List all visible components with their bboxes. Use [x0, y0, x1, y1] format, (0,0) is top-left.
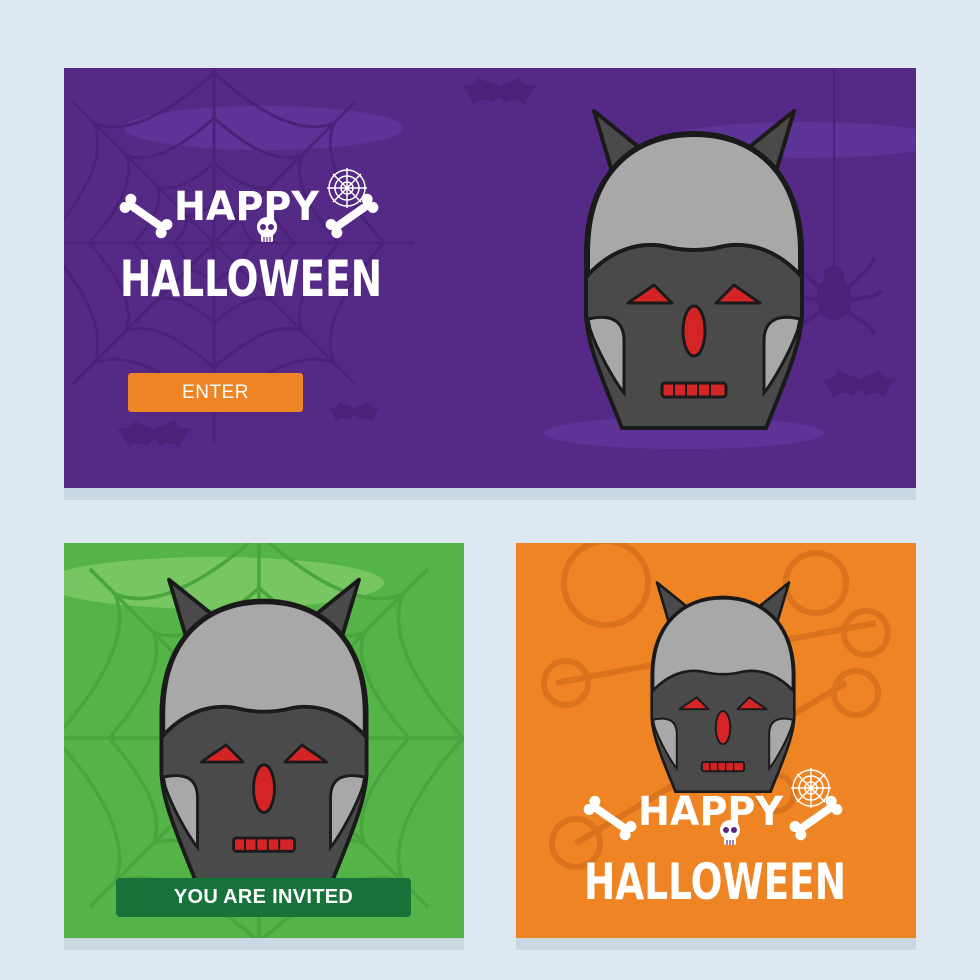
bat-icon	[116, 420, 192, 448]
purple-banner: HAPPY HALLOWEEN ENTER	[64, 68, 916, 488]
spider-web-icon	[790, 767, 832, 809]
greeting-line2: HALLOWEEN	[584, 853, 846, 911]
banner-background-decor: HAPPY HALLOWEEN	[64, 68, 916, 449]
spider-web-icon	[326, 167, 368, 209]
green-card: YOU ARE INVITED	[64, 543, 464, 938]
orange-card: HAPPY HALLOWEEN	[516, 543, 916, 938]
cloud-shape	[124, 106, 404, 150]
enter-button[interactable]: ENTER	[128, 373, 303, 412]
orange-card-background-decor: HAPPY HALLOWEEN	[541, 543, 891, 911]
invite-button[interactable]: YOU ARE INVITED	[116, 878, 411, 917]
devil-mask-icon	[584, 109, 804, 430]
devil-mask-icon	[650, 581, 796, 794]
bone-icon	[117, 191, 175, 241]
orange-card-shadow	[516, 938, 916, 950]
banner-shadow	[64, 488, 916, 500]
greeting-line1: HAPPY	[638, 789, 784, 835]
bone-icon	[787, 793, 845, 843]
bat-icon	[327, 401, 381, 422]
green-card-shadow	[64, 938, 464, 950]
bat-icon	[461, 77, 537, 105]
greeting-line2: HALLOWEEN	[120, 250, 382, 308]
greeting-line1: HAPPY	[174, 184, 320, 230]
devil-mask-icon	[159, 577, 369, 883]
bat-icon	[821, 370, 897, 398]
happy-halloween-lettering: HAPPY HALLOWEEN	[581, 767, 846, 911]
